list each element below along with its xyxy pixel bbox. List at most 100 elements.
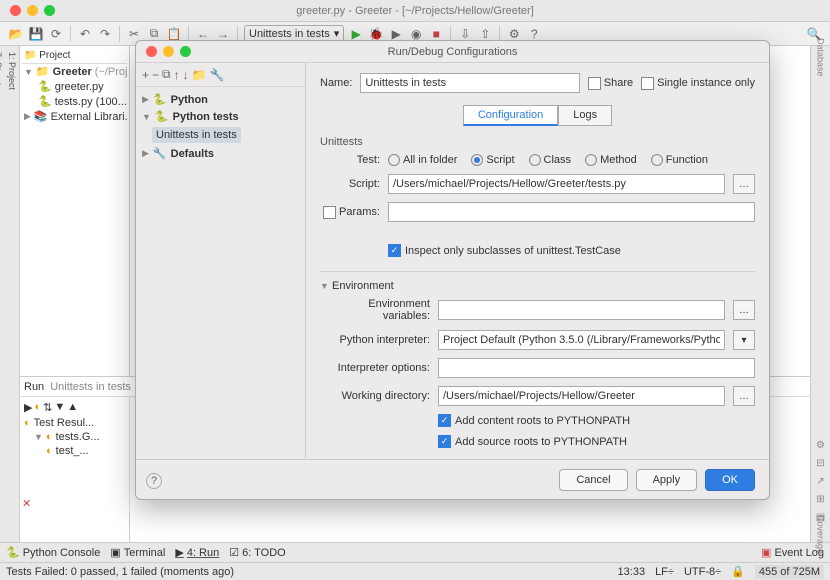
copy-config-icon[interactable]: ⧉ (162, 67, 171, 82)
project-tool-tab[interactable]: 1: Project (5, 46, 19, 542)
radio-class[interactable]: Class (529, 154, 572, 166)
lib-icon: 📚 (34, 110, 48, 123)
undo-icon[interactable]: ↶ (77, 26, 93, 42)
tree-file[interactable]: 🐍 tests.py (100... (22, 94, 127, 109)
radio-method[interactable]: Method (585, 154, 637, 166)
params-checkbox[interactable]: Params: (320, 206, 380, 219)
params-input[interactable] (388, 202, 755, 222)
redo-icon[interactable]: ↷ (97, 26, 113, 42)
dialog-close-icon[interactable] (146, 46, 157, 57)
interpreter-dropdown-button[interactable]: ▾ (733, 330, 755, 350)
dialog-zoom-icon[interactable] (180, 46, 191, 57)
up-icon[interactable]: ▲ (67, 401, 78, 414)
dialog-minimize-icon[interactable] (163, 46, 174, 57)
python-console-tab[interactable]: 🐍Python Console (6, 546, 100, 559)
minimize-window-icon[interactable] (27, 5, 38, 16)
terminal-tab[interactable]: ▣Terminal (110, 546, 165, 559)
folder-icon[interactable]: 📁 (192, 68, 207, 82)
title-bar: greeter.py - Greeter - [~/Projects/Hello… (0, 0, 830, 22)
sort-icon[interactable]: ⇅ (43, 401, 52, 414)
name-input[interactable] (360, 73, 579, 93)
wrench-icon[interactable]: 🔧 (210, 68, 225, 82)
status-time: 13:33 (618, 566, 646, 578)
run-icon: ▶ (175, 546, 183, 559)
test-results-label: Test Resul... (34, 417, 95, 429)
status-memory[interactable]: 455 of 725M (755, 565, 824, 579)
interpreter-combo[interactable] (438, 330, 725, 350)
todo-tab[interactable]: ☑6: TODO (229, 546, 285, 559)
up-icon[interactable]: ↑ (174, 68, 180, 82)
browse-env-button[interactable]: … (733, 300, 755, 320)
environment-section-title: ▼ Environment (320, 280, 755, 292)
share-checkbox[interactable]: Share (588, 77, 633, 90)
collapse-icon[interactable]: ⊟ (814, 456, 828, 470)
fail-icon: ◐ (46, 431, 53, 443)
status-encoding[interactable]: UTF-8÷ (684, 566, 721, 578)
coverage-tool-tab[interactable]: Coverage (814, 528, 828, 542)
tree-root[interactable]: ▼ 📁 Greeter (~/Proj... (22, 64, 127, 79)
status-lf[interactable]: LF÷ (655, 566, 674, 578)
workdir-label: Working directory: (320, 390, 430, 402)
refresh-icon[interactable]: ⟳ (48, 26, 64, 42)
status-bar: Tests Failed: 0 passed, 1 failed (moment… (0, 562, 830, 580)
test-results-root[interactable]: ◐ Test Resul... (22, 416, 127, 430)
log-icon: ▣ (761, 546, 771, 559)
down-icon[interactable]: ↓ (183, 68, 189, 82)
browse-script-button[interactable]: … (733, 174, 755, 194)
dialog-title-bar: Run/Debug Configurations (136, 41, 769, 63)
toggle-icon[interactable]: ◐ (34, 401, 41, 414)
ok-button[interactable]: OK (705, 469, 755, 491)
add-icon[interactable]: + (142, 68, 149, 82)
radio-all-in-folder[interactable]: All in folder (388, 154, 457, 166)
root-path: (~/Proj... (95, 66, 127, 78)
cancel-button[interactable]: Cancel (559, 469, 627, 491)
dialog-help-button[interactable]: ? (146, 473, 162, 489)
test-class[interactable]: ▼ ◐ tests.G... (22, 430, 127, 444)
add-content-roots-checkbox[interactable]: ✓ Add content roots to PYTHONPATH (438, 414, 630, 427)
database-tool-tab[interactable]: Database (814, 50, 828, 64)
python-file-icon: 🐍 (38, 80, 52, 93)
test-class-label: tests.G... (56, 431, 100, 443)
apply-button[interactable]: Apply (636, 469, 698, 491)
radio-script[interactable]: Script (471, 154, 514, 166)
open-icon[interactable]: 📂 (8, 26, 24, 42)
env-vars-input[interactable] (438, 300, 725, 320)
run-config-name[interactable]: Unittests in tests (50, 381, 131, 393)
rerun-icon[interactable]: ▶ (24, 401, 32, 414)
tree-ext-lib[interactable]: ▶ 📚 External Librari... (22, 109, 127, 124)
radio-function[interactable]: Function (651, 154, 708, 166)
tree-config-selected[interactable]: Unittests in tests (142, 125, 299, 145)
single-instance-checkbox[interactable]: Single instance only (641, 77, 755, 90)
add-source-roots-checkbox[interactable]: ✓ Add source roots to PYTHONPATH (438, 435, 627, 448)
checkbox-icon: ✓ (388, 244, 401, 257)
inspect-subclasses-checkbox[interactable]: ✓ Inspect only subclasses of unittest.Te… (388, 244, 621, 257)
test-case[interactable]: ◐ test_... (22, 444, 127, 458)
interpreter-label: Python interpreter: (320, 334, 430, 346)
zoom-window-icon[interactable] (44, 5, 55, 16)
save-icon[interactable]: 💾 (28, 26, 44, 42)
project-tab[interactable]: 📁 Project (24, 50, 70, 61)
tab-configuration[interactable]: Configuration (463, 105, 558, 126)
structure-tool-tab[interactable]: 7: Structure (0, 46, 5, 542)
tree-python[interactable]: ▶ 🐍 Python (142, 91, 299, 108)
script-input[interactable] (388, 174, 725, 194)
browse-workdir-button[interactable]: … (733, 386, 755, 406)
lock-icon[interactable]: 🔒 (731, 565, 745, 578)
interp-opts-input[interactable] (438, 358, 755, 378)
remove-icon[interactable]: − (152, 68, 159, 82)
expand-icon[interactable]: ⊞ (814, 492, 828, 506)
close-window-icon[interactable] (10, 5, 21, 16)
tree-file[interactable]: 🐍 greeter.py (22, 79, 127, 94)
test-label: Test: (320, 154, 380, 166)
tab-logs[interactable]: Logs (558, 105, 612, 126)
run-tab[interactable]: ▶4: Run (175, 546, 219, 559)
gear-icon[interactable]: ⚙ (814, 438, 828, 452)
tree-python-tests[interactable]: ▼ 🐍 Python tests (142, 108, 299, 125)
arrow-icon[interactable]: ↗ (814, 474, 828, 488)
tree-defaults[interactable]: ▶ 🔧 Defaults (142, 145, 299, 162)
close-icon[interactable]: ✕ (22, 497, 31, 510)
workdir-input[interactable] (438, 386, 725, 406)
down-icon[interactable]: ▼ (54, 401, 65, 414)
expand-icon: ▶ (24, 111, 31, 122)
status-message: Tests Failed: 0 passed, 1 failed (moment… (6, 566, 234, 578)
